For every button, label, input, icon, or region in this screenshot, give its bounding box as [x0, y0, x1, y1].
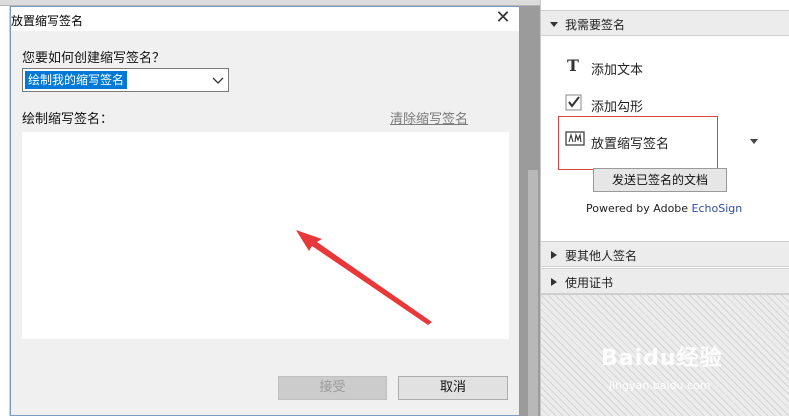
baidu-watermark-url: jingyan.baidu.com	[609, 379, 711, 392]
cancel-button[interactable]: 取消	[398, 376, 508, 400]
panel-empty-area: Baidu经验 jingyan.baidu.com	[541, 294, 789, 416]
chevron-down-icon[interactable]	[210, 71, 226, 89]
section-header-get-others-to-sign[interactable]: 要其他人签名	[541, 241, 789, 267]
close-icon[interactable]: ✕	[493, 8, 513, 28]
method-question-label: 您要如何创建缩写签名？	[22, 51, 166, 66]
section-header-use-certificate[interactable]: 使用证书	[541, 268, 789, 294]
place-initials-dialog: 放置缩写签名 ✕ 您要如何创建缩写签名？ 绘制我的缩写签名 绘制缩写签名： 清除…	[10, 6, 520, 416]
svg-text:T: T	[567, 56, 579, 75]
section-header-i-need-to-sign[interactable]: 我需要签名	[541, 10, 789, 36]
add-text-label: 添加文本	[591, 63, 644, 78]
clear-initials-link[interactable]: 清除缩写签名	[390, 108, 468, 127]
initials-icon	[565, 130, 585, 150]
dropdown-triangle-icon[interactable]	[749, 135, 759, 144]
checkbox-checked-icon	[565, 93, 583, 113]
sign-panel: 我需要签名 T 添加文本 添加勾形 放置缩写签名 发送已签名的文档 Powere…	[540, 0, 789, 416]
dialog-title: 放置缩写签名	[11, 14, 84, 28]
powered-by-text: Powered by Adobe EchoSign	[586, 202, 742, 215]
accept-button[interactable]: 接受	[278, 376, 387, 400]
text-tool-icon: T	[565, 56, 583, 76]
annotation-arrow-icon	[296, 230, 432, 325]
method-select[interactable]: 绘制我的缩写签名	[22, 68, 229, 92]
powered-prefix: Powered by Adobe	[586, 202, 692, 215]
baidu-watermark: Baidu经验	[601, 346, 723, 371]
triangle-right-icon	[549, 249, 559, 259]
triangle-right-icon	[549, 276, 559, 286]
place-initials-label: 放置缩写签名	[591, 137, 670, 152]
signature-canvas[interactable]	[22, 132, 509, 339]
dialog-titlebar: 放置缩写签名 ✕	[11, 7, 519, 31]
send-signed-document-button[interactable]: 发送已签名的文档	[593, 168, 727, 192]
document-scrollbar-thumb[interactable]	[528, 170, 538, 416]
echosign-brand[interactable]: EchoSign	[692, 202, 743, 215]
triangle-down-icon	[549, 18, 559, 28]
section-label: 使用证书	[565, 276, 614, 290]
method-select-value: 绘制我的缩写签名	[23, 70, 129, 90]
section-label: 要其他人签名	[565, 249, 638, 263]
document-left-edge	[0, 6, 10, 416]
section-label: 我需要签名	[565, 18, 626, 32]
add-checkmark-label: 添加勾形	[591, 100, 644, 115]
draw-initials-label: 绘制缩写签名：	[22, 112, 114, 127]
